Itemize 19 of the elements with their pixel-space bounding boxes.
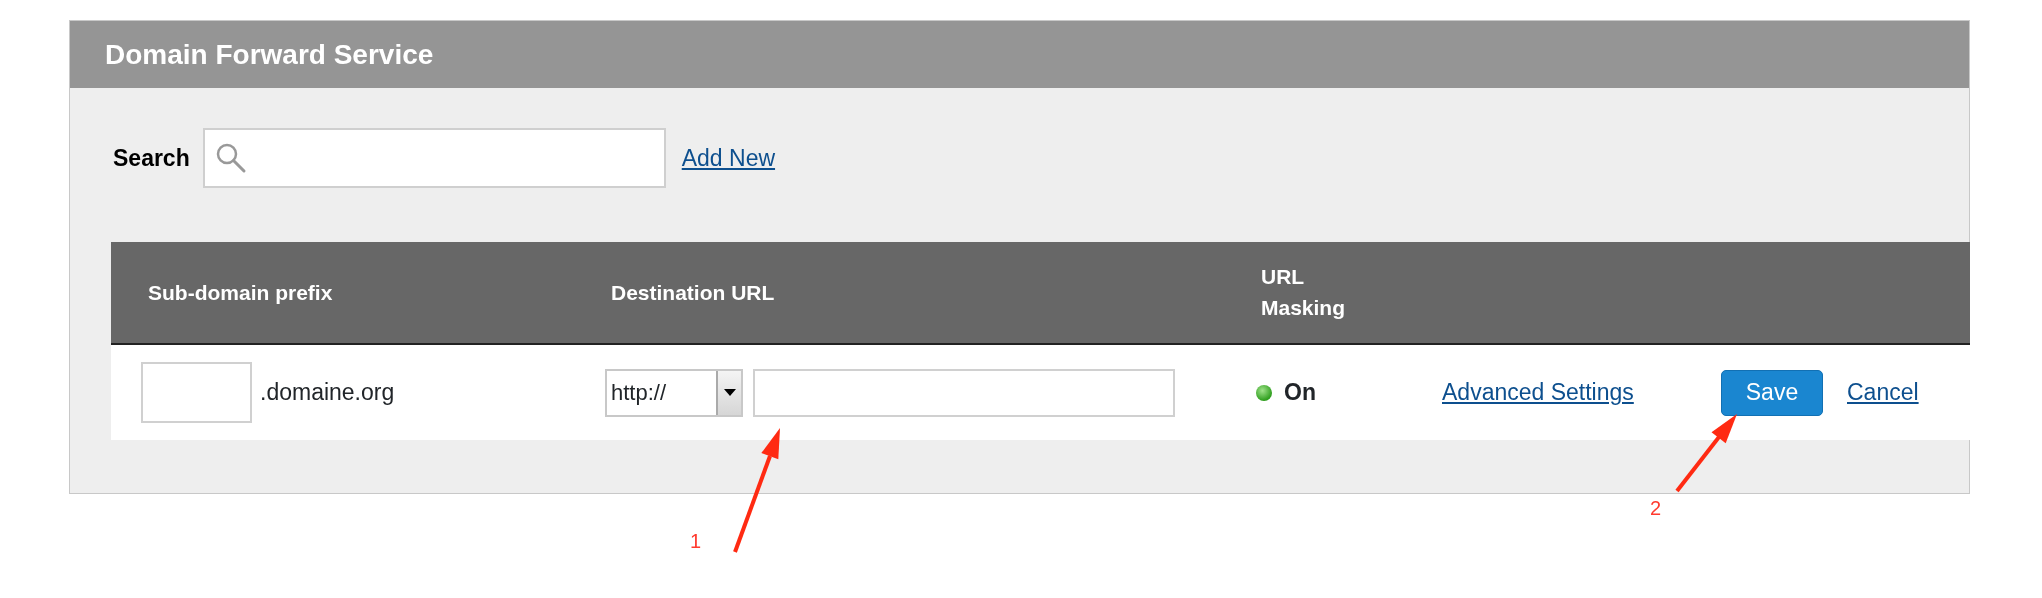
cancel-link[interactable]: Cancel (1847, 375, 1919, 410)
search-field[interactable] (202, 128, 666, 188)
search-label: Search (113, 143, 190, 173)
column-header: Destination URL (611, 279, 776, 306)
protocol-select[interactable]: http:// (605, 368, 743, 417)
save-button[interactable]: Save (1721, 369, 1823, 416)
caret-icon (723, 389, 736, 396)
annotation-label: 1 (690, 530, 702, 552)
domain-suffix: .domaine.org (260, 378, 395, 408)
panel-title: Domain Forward Service (105, 37, 434, 72)
subdomain-input[interactable] (141, 362, 252, 423)
column-header: Sub-domain prefix (148, 279, 334, 306)
add-new-link[interactable]: Add New (681, 140, 776, 176)
masking-status: On (1284, 378, 1316, 408)
url-input[interactable] (753, 368, 1175, 417)
advanced-settings-link[interactable]: Advanced Settings (1442, 379, 1634, 406)
search-icon (214, 142, 247, 174)
annotation-label: 2 (1650, 497, 1662, 519)
column-header: URL Masking (1261, 264, 1347, 321)
